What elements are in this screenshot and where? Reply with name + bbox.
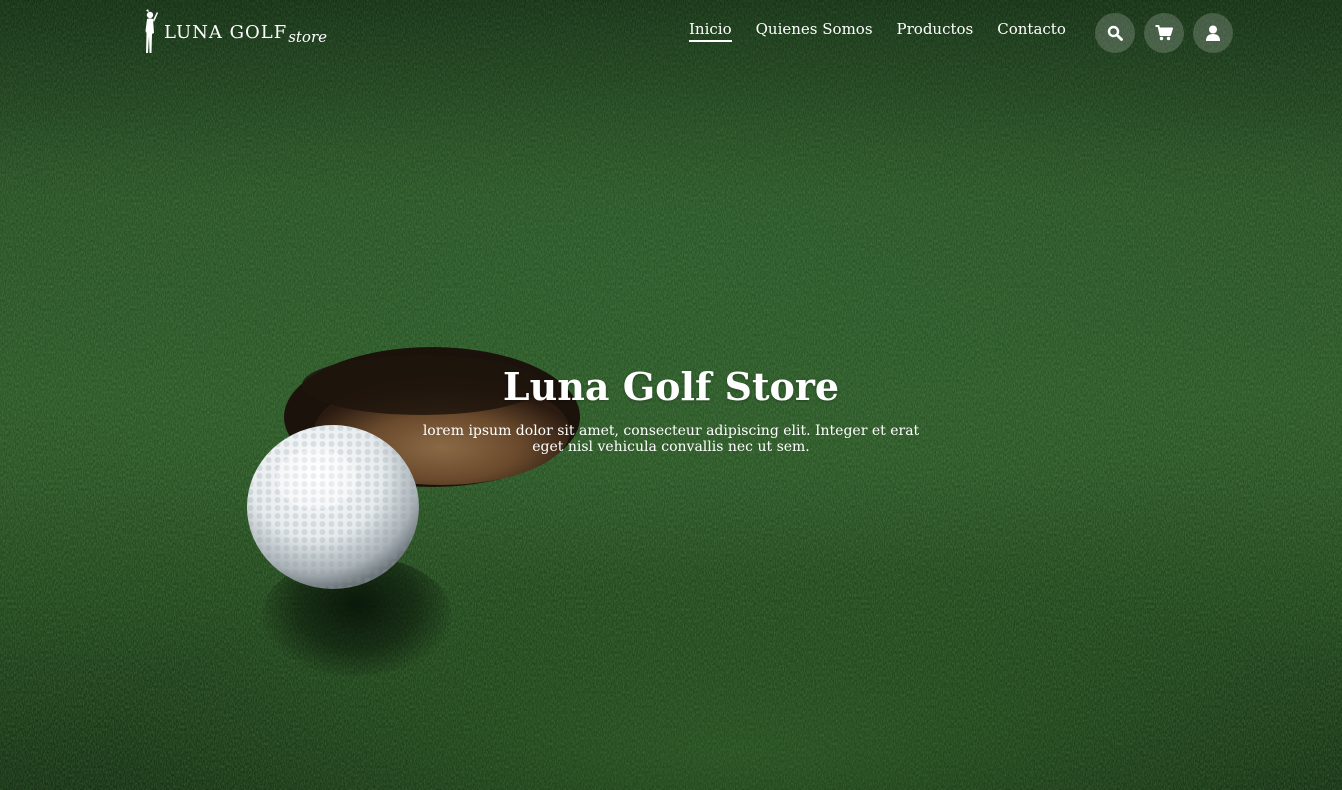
search-icon <box>1107 25 1123 41</box>
golf-ball <box>247 425 419 589</box>
hero-subtitle: lorem ipsum dolor sit amet, consecteur a… <box>422 423 920 455</box>
logo-subtext: store <box>288 28 327 46</box>
nav-productos[interactable]: Productos <box>897 20 974 42</box>
cart-button[interactable] <box>1144 13 1184 53</box>
nav-contacto[interactable]: Contacto <box>997 20 1066 42</box>
cart-icon <box>1155 25 1173 41</box>
nav-quienes-somos[interactable]: Quienes Somos <box>756 20 873 42</box>
main-nav: Inicio Quienes Somos Productos Contacto <box>689 20 1066 42</box>
user-icon <box>1206 25 1220 41</box>
logo-text: LUNA GOLF <box>164 21 288 43</box>
hero-title: Luna Golf Store <box>502 364 840 409</box>
site-header: LUNA GOLF store Inicio Quienes Somos Pro… <box>0 0 1342 64</box>
search-button[interactable] <box>1095 13 1135 53</box>
brand-logo[interactable]: LUNA GOLF store <box>140 8 327 56</box>
golfer-silhouette-icon <box>145 9 158 53</box>
header-actions <box>1095 13 1233 53</box>
account-button[interactable] <box>1193 13 1233 53</box>
nav-inicio[interactable]: Inicio <box>689 20 732 42</box>
